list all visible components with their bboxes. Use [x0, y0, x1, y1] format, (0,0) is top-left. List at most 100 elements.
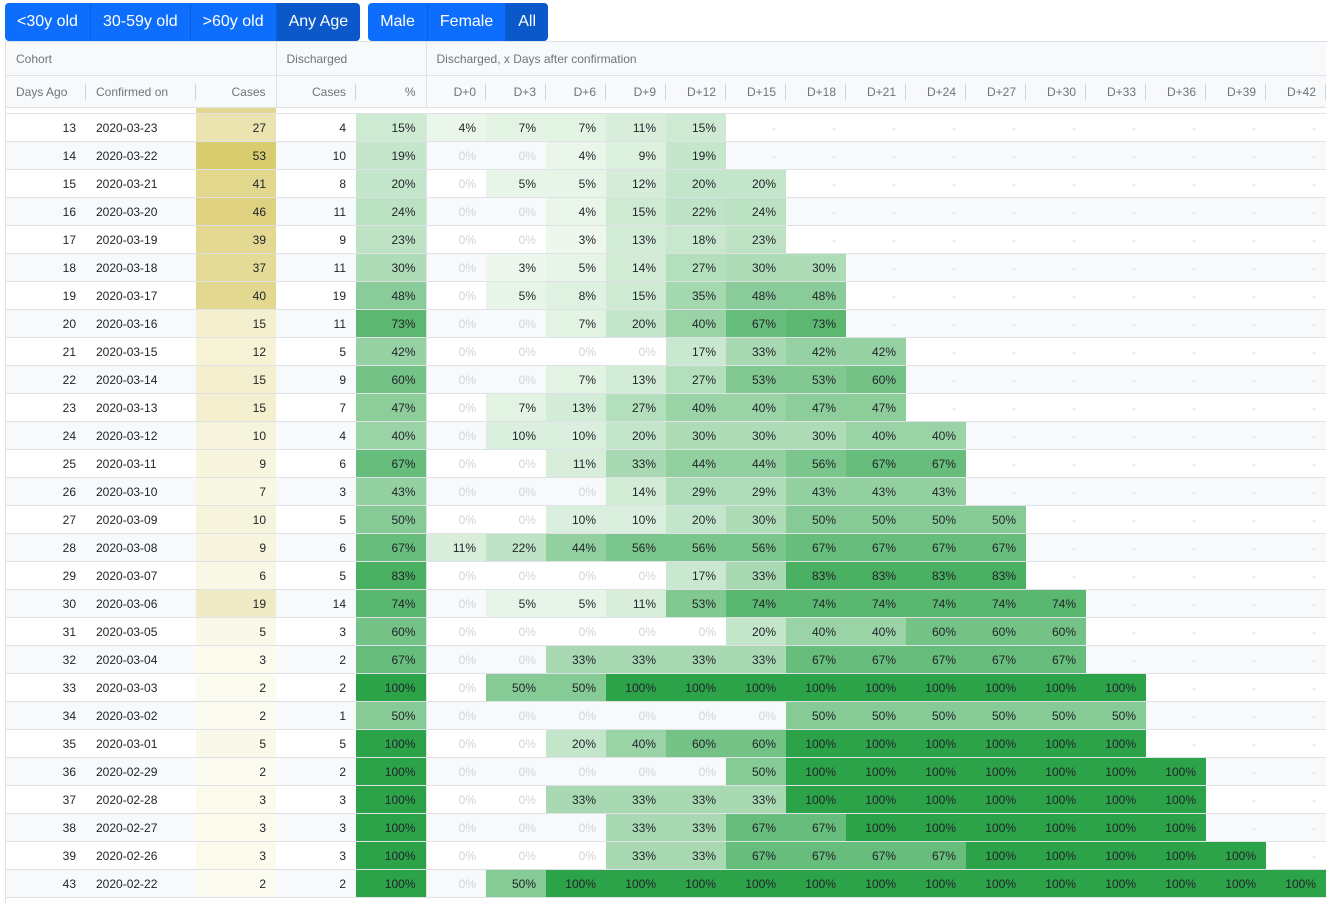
col-header-day-12[interactable]: D+36	[1146, 75, 1206, 108]
cell-day-empty: -	[906, 197, 966, 226]
col-header-day-2[interactable]: D+6	[546, 75, 606, 108]
cell-day-pct: 44%	[666, 449, 726, 478]
cell-day-pct: 3%	[486, 253, 546, 282]
cell-day-empty: -	[1266, 197, 1326, 226]
age-filter-button-3[interactable]: Any Age	[275, 3, 361, 41]
age-filter-button-1[interactable]: 30-59y old	[89, 3, 190, 41]
cell-day-empty: -	[1026, 421, 1086, 450]
col-header-confirmed-on[interactable]: Confirmed on	[86, 75, 196, 108]
col-header-day-1[interactable]: D+3	[486, 75, 546, 108]
cell-day-empty: -	[1266, 673, 1326, 702]
cell-day-pct: 47%	[786, 393, 846, 422]
cell-day-pct: 14%	[606, 253, 666, 282]
cell-cases: 6	[196, 561, 276, 590]
col-header-day-11[interactable]: D+33	[1086, 75, 1146, 108]
cell-cases: 10	[196, 505, 276, 534]
col-header-day-13[interactable]: D+39	[1206, 75, 1266, 108]
sex-filter-button-1[interactable]: Female	[426, 3, 506, 41]
col-header-day-10[interactable]: D+30	[1026, 75, 1086, 108]
col-header-day-14[interactable]: D+42	[1266, 75, 1326, 108]
cell-day-pct: 100%	[1086, 757, 1146, 786]
cell-confirmed-on: 2020-03-14	[86, 365, 196, 394]
cell-day-pct: 53%	[786, 365, 846, 394]
cell-day-pct: 100%	[1026, 673, 1086, 702]
cell-day-empty: -	[906, 225, 966, 254]
cell-day-empty: -	[1266, 841, 1326, 870]
cell-day-empty: -	[1266, 561, 1326, 590]
col-header-day-3[interactable]: D+9	[606, 75, 666, 108]
cell-day-pct: 7%	[546, 365, 606, 394]
cell-day-pct: 9%	[606, 141, 666, 170]
cell-day-pct: 67%	[786, 813, 846, 842]
col-header-days-ago[interactable]: Days Ago	[6, 75, 86, 108]
col-header-discharged-pct[interactable]: %	[356, 75, 427, 108]
sex-filter-button-0[interactable]: Male	[368, 3, 427, 41]
cell-day-pct: 0%	[425, 449, 486, 478]
col-header-day-7[interactable]: D+21	[846, 75, 906, 108]
col-header-day-6[interactable]: D+18	[786, 75, 846, 108]
cell-discharged-cases: 11	[276, 253, 356, 282]
sex-filter-button-2[interactable]: All	[505, 3, 549, 41]
cell-day-empty: -	[1146, 141, 1206, 170]
cell-confirmed-on: 2020-02-29	[86, 757, 196, 786]
cell-days-ago: 20	[6, 309, 86, 338]
cell-day-pct: 0%	[425, 337, 486, 366]
cell-confirmed-on: 2020-03-08	[86, 533, 196, 562]
cell-day-pct: 0%	[425, 477, 486, 506]
col-header-discharged-cases[interactable]: Cases	[276, 75, 356, 108]
cell-day-empty: -	[1206, 589, 1266, 618]
cell-day-pct: 0%	[486, 505, 546, 534]
cell-day-pct: 100%	[906, 673, 966, 702]
cell-cases: 3	[196, 813, 276, 842]
cell-day-pct: 0%	[486, 225, 546, 254]
cohort-table-container[interactable]: Cohort Discharged Discharged, x Days aft…	[5, 41, 1328, 903]
col-header-cases[interactable]: Cases	[196, 75, 277, 108]
col-header-day-8[interactable]: D+24	[906, 75, 966, 108]
table-row: 35 2020-03-01 5 5 100% 0% 0% 20% 40% 60% 60% 100% 10…	[6, 729, 1326, 758]
cell-day-empty: -	[1026, 449, 1086, 478]
cell-day-pct: 33%	[606, 785, 666, 814]
cell-day-pct: 11%	[546, 449, 606, 478]
cell-day-empty: -	[966, 337, 1026, 366]
col-header-day-9[interactable]: D+27	[966, 75, 1026, 108]
cell-day-empty: -	[1206, 673, 1266, 702]
table-row: 18 2020-03-18 37 11 30% 0% 3% 5% 14% 27% 30% 30% - - -…	[6, 253, 1326, 282]
cell-day-pct: 100%	[606, 673, 666, 702]
cell-day-pct: 100%	[966, 841, 1026, 870]
cell-day-empty: -	[1146, 421, 1206, 450]
sex-filter-group: Male Female All	[368, 3, 549, 41]
cell-days-ago: 24	[6, 421, 86, 450]
cell-day-empty: -	[846, 309, 906, 338]
cell-day-empty: -	[906, 169, 966, 198]
col-header-day-5[interactable]: D+15	[726, 75, 786, 108]
cell-day-pct: 100%	[1146, 841, 1206, 870]
cell-day-pct: 100%	[786, 729, 846, 758]
col-header-day-0[interactable]: D+0	[425, 75, 486, 108]
cell-day-pct: 0%	[606, 617, 666, 646]
cell-discharged-cases: 7	[276, 393, 356, 422]
cell-days-ago: 30	[6, 589, 86, 618]
cell-day-empty: -	[1086, 449, 1146, 478]
cell-day-pct: 0%	[425, 365, 486, 394]
table-row: 37 2020-02-28 3 3 100% 0% 0% 33% 33% 33% 33% 100% 10…	[6, 785, 1326, 814]
cell-day-pct: 100%	[786, 785, 846, 814]
cell-day-empty: -	[1146, 253, 1206, 282]
age-filter-button-0[interactable]: <30y old	[5, 3, 90, 41]
cell-day-pct: 56%	[606, 533, 666, 562]
cell-day-pct: 50%	[906, 701, 966, 730]
cell-day-empty: -	[1026, 533, 1086, 562]
age-filter-button-2[interactable]: >60y old	[189, 3, 276, 41]
cell-day-empty: -	[1266, 813, 1326, 842]
cell-day-empty: -	[966, 365, 1026, 394]
table-row: 29 2020-03-07 6 5 83% 0% 0% 0% 0% 17% 33% 83% 83% 83%…	[6, 561, 1326, 590]
cell-day-empty: -	[1146, 337, 1206, 366]
cell-day-pct: 20%	[726, 617, 786, 646]
cell-day-pct: 0%	[425, 141, 486, 170]
cell-days-ago: 19	[6, 281, 86, 310]
cell-days-ago: 27	[6, 505, 86, 534]
cell-cases: 10	[196, 421, 276, 450]
cell-day-pct: 67%	[786, 645, 846, 674]
cell-day-empty: -	[1206, 253, 1266, 282]
cell-day-pct: 100%	[786, 673, 846, 702]
col-header-day-4[interactable]: D+12	[666, 75, 726, 108]
